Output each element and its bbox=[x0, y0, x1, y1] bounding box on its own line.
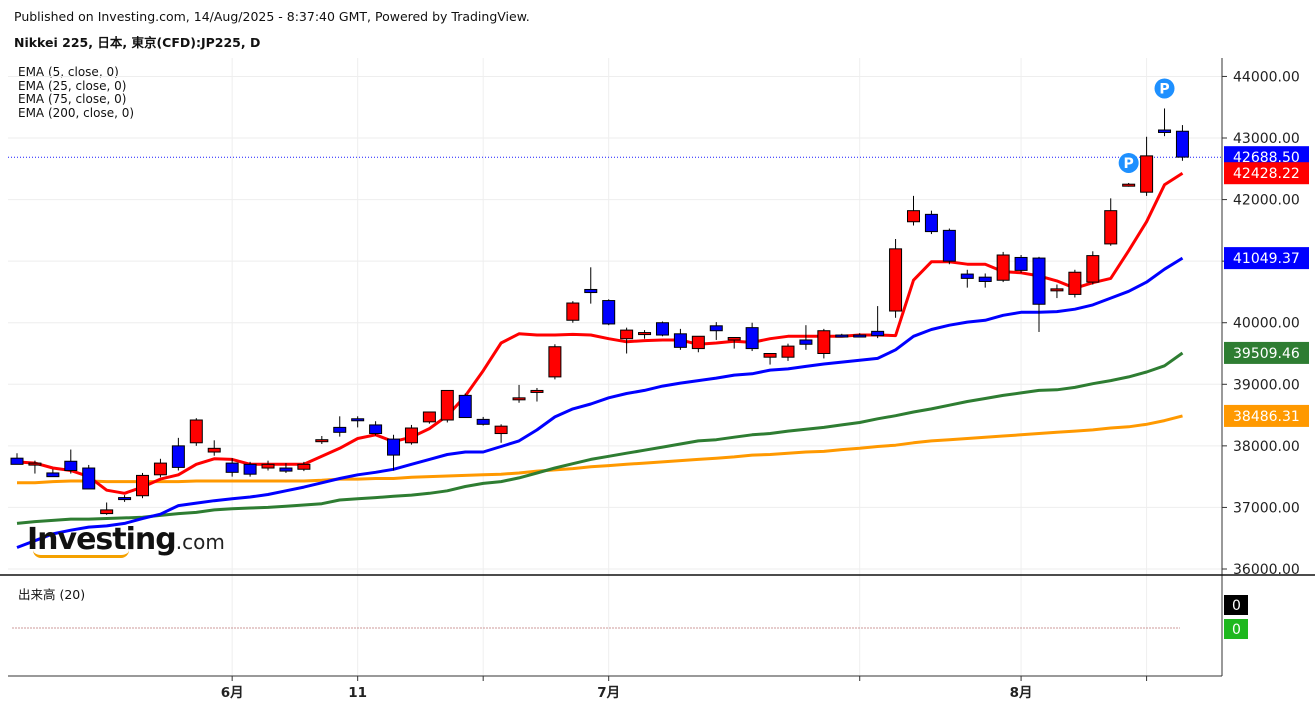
volume-label-text: 0 bbox=[1232, 622, 1241, 638]
candle-body bbox=[118, 497, 132, 501]
candle-body bbox=[530, 389, 544, 393]
candles bbox=[10, 108, 1189, 515]
candle-body bbox=[369, 424, 383, 435]
candle-body bbox=[871, 330, 885, 337]
p-marker-label: P bbox=[1124, 156, 1134, 172]
candle-body bbox=[28, 462, 42, 466]
candle-body bbox=[817, 330, 831, 355]
candle-body bbox=[960, 273, 974, 279]
candle-body bbox=[440, 389, 454, 421]
candle-body bbox=[351, 418, 365, 422]
ema25-line bbox=[16, 256, 1184, 549]
candle-body bbox=[889, 248, 903, 312]
candle-body bbox=[655, 322, 669, 336]
y-tick-label: 43000.00 bbox=[1233, 131, 1300, 147]
price-label-text: 38486.31 bbox=[1233, 409, 1300, 425]
x-tick-label: 6月 bbox=[221, 685, 244, 701]
candle-body bbox=[171, 445, 185, 468]
y-tick-label: 39000.00 bbox=[1233, 377, 1300, 393]
candle-body bbox=[1140, 155, 1154, 193]
candle-body bbox=[136, 474, 150, 497]
candle-body bbox=[333, 426, 347, 433]
candle-body bbox=[978, 276, 992, 282]
candle-body bbox=[82, 467, 96, 490]
x-tick-label: 8月 bbox=[1010, 685, 1033, 701]
candle-body bbox=[1104, 210, 1118, 245]
candle-body bbox=[494, 425, 508, 435]
candle-body bbox=[799, 339, 813, 345]
candle-body bbox=[458, 394, 472, 419]
investing-logo: Investing.com bbox=[27, 522, 225, 558]
candle-body bbox=[225, 462, 239, 473]
p-marker-label: P bbox=[1159, 81, 1169, 97]
candle-body bbox=[1068, 271, 1082, 295]
volume-label-text: 0 bbox=[1232, 598, 1241, 614]
candle-body bbox=[620, 329, 634, 340]
price-label-text: 42428.22 bbox=[1233, 166, 1300, 182]
candle-body bbox=[942, 229, 956, 262]
candle-body bbox=[1014, 256, 1028, 271]
candle-body bbox=[924, 213, 938, 233]
candle-body bbox=[387, 438, 401, 456]
candle-body bbox=[243, 463, 257, 475]
candle-body bbox=[673, 333, 687, 348]
candle-body bbox=[1175, 130, 1189, 158]
candle-body bbox=[691, 335, 705, 350]
candle-body bbox=[781, 345, 795, 358]
candle-body bbox=[261, 463, 275, 469]
candle-body bbox=[404, 427, 418, 444]
candle-body bbox=[153, 462, 167, 476]
candle-body bbox=[638, 332, 652, 336]
y-tick-label: 42000.00 bbox=[1233, 193, 1300, 209]
candle-body bbox=[548, 346, 562, 378]
y-tick-label: 38000.00 bbox=[1233, 439, 1300, 455]
candle-body bbox=[1158, 129, 1172, 133]
candle-body bbox=[100, 509, 114, 515]
candle-body bbox=[1032, 257, 1046, 305]
candle-body bbox=[853, 334, 867, 338]
y-tick-label: 40000.00 bbox=[1233, 316, 1300, 332]
x-tick-label: 7月 bbox=[597, 685, 620, 701]
candle-body bbox=[207, 447, 221, 453]
candle-body bbox=[745, 327, 759, 350]
candle-body bbox=[566, 302, 580, 321]
candle-body bbox=[297, 463, 311, 470]
y-tick-label: 44000.00 bbox=[1233, 69, 1300, 85]
candle-body bbox=[512, 397, 526, 401]
chart-grid bbox=[8, 58, 1222, 676]
candle-body bbox=[46, 472, 60, 478]
price-chart[interactable]: 44000.0043000.0042000.0041000.0040000.00… bbox=[0, 0, 1315, 709]
candle-body bbox=[422, 411, 436, 423]
y-tick-label: 37000.00 bbox=[1233, 500, 1300, 516]
candle-body bbox=[763, 353, 777, 358]
candle-body bbox=[10, 457, 24, 465]
ema5-line bbox=[16, 171, 1184, 495]
candle-body bbox=[996, 254, 1010, 281]
candle-body bbox=[835, 334, 849, 338]
candle-body bbox=[709, 325, 723, 332]
candle-body bbox=[189, 419, 203, 444]
candle-body bbox=[315, 439, 329, 443]
x-tick-label: 11 bbox=[348, 685, 367, 701]
candle-body bbox=[584, 288, 598, 294]
price-label-text: 39509.46 bbox=[1233, 346, 1300, 362]
ema-lines bbox=[16, 171, 1184, 549]
candle-body bbox=[1050, 288, 1064, 292]
candle-body bbox=[907, 210, 920, 223]
price-label-text: 41049.37 bbox=[1233, 251, 1300, 267]
candle-body bbox=[279, 467, 293, 472]
candle-body bbox=[1122, 183, 1136, 187]
logo-suffix: .com bbox=[175, 530, 225, 554]
candle-body bbox=[64, 460, 78, 471]
candle-body bbox=[602, 300, 616, 325]
candle-body bbox=[727, 336, 741, 341]
candle-body bbox=[1086, 255, 1100, 283]
candle-body bbox=[476, 418, 490, 425]
